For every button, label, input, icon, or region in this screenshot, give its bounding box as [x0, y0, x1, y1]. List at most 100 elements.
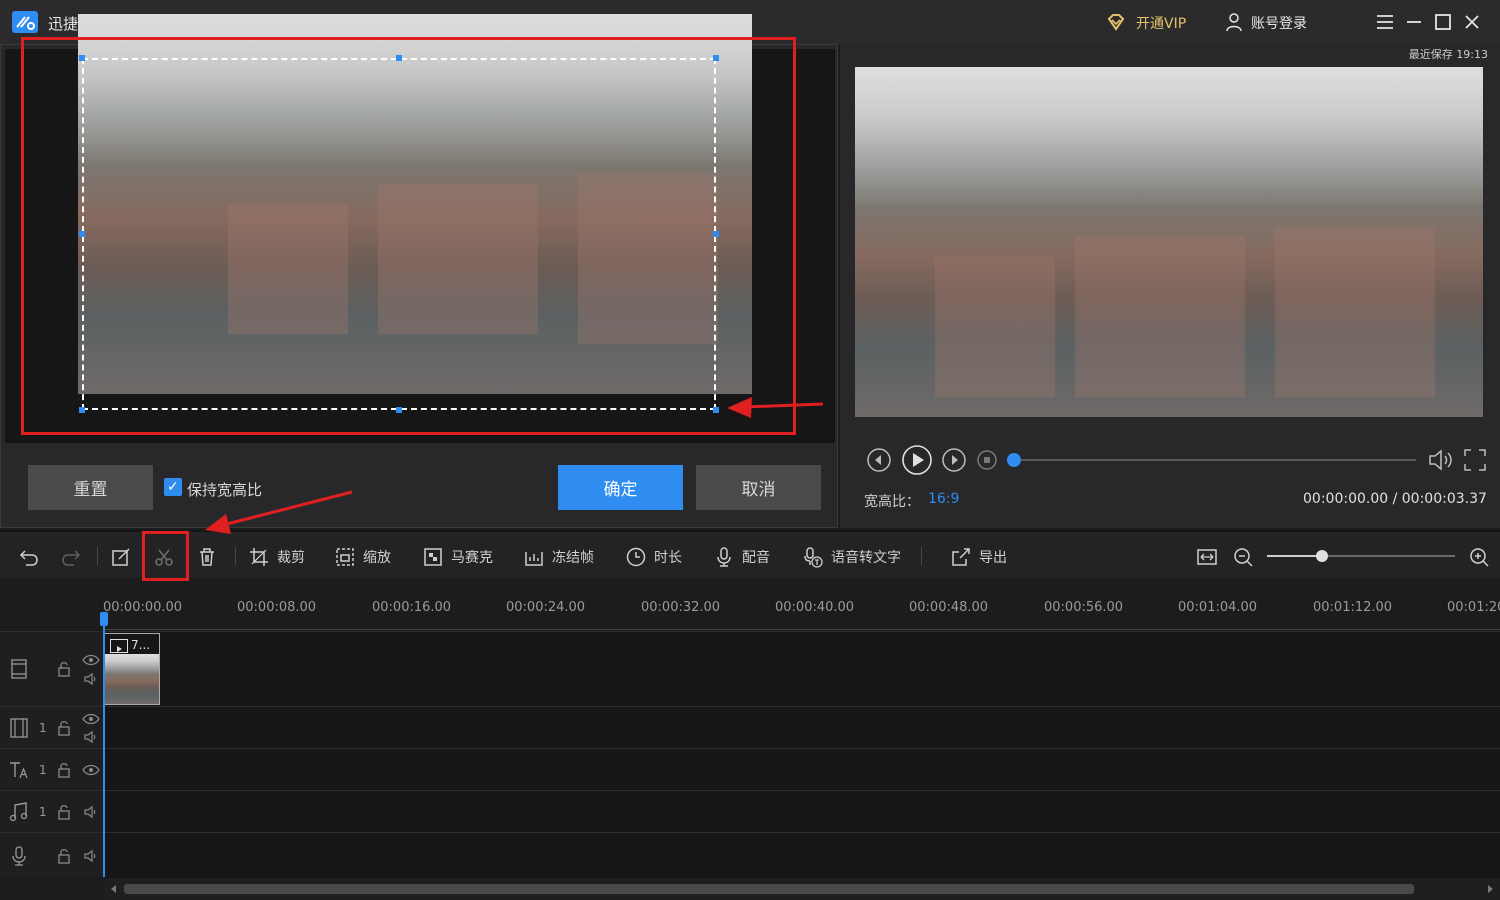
- speech-to-text-tool-label: 语音转文字: [831, 550, 901, 566]
- crop-icon: [250, 548, 268, 566]
- stop-icon[interactable]: [976, 449, 998, 471]
- mosaic-tool-label: 马赛克: [451, 550, 493, 566]
- zoom-tool-button[interactable]: 缩放: [334, 546, 391, 568]
- speaker-icon[interactable]: [83, 805, 99, 819]
- speaker-icon[interactable]: [83, 849, 99, 863]
- redo-icon[interactable]: [60, 546, 82, 568]
- track-body[interactable]: [104, 749, 1500, 790]
- aspect-ratio-label: 宽高比：: [864, 494, 920, 510]
- track-body[interactable]: [104, 791, 1500, 832]
- lock-icon[interactable]: [56, 762, 72, 778]
- video-clip-icon: [110, 639, 128, 653]
- duration-tool-label: 时长: [654, 550, 682, 566]
- lock-icon[interactable]: [56, 661, 72, 677]
- preview-video-frame: [855, 67, 1483, 417]
- lock-icon[interactable]: [56, 848, 72, 864]
- track-number: 1: [39, 721, 47, 735]
- scrollbar-thumb[interactable]: [124, 884, 1414, 894]
- mosaic-tool-button[interactable]: 马赛克: [422, 546, 493, 568]
- eye-icon[interactable]: [82, 763, 100, 777]
- app-logo-icon: [12, 11, 38, 33]
- ruler-tick-label: 00:00:08.00: [237, 600, 317, 615]
- film-strip-icon: [11, 659, 27, 679]
- user-icon[interactable]: [1225, 12, 1243, 32]
- reset-button[interactable]: 重置: [28, 465, 153, 510]
- volume-icon[interactable]: [1426, 447, 1452, 473]
- diamond-icon[interactable]: [1106, 12, 1126, 32]
- fullscreen-icon[interactable]: [1462, 447, 1488, 473]
- crop-tool-button[interactable]: 裁剪: [248, 546, 305, 568]
- speech-to-text-icon: [804, 547, 823, 568]
- edit-icon[interactable]: [110, 546, 132, 568]
- scroll-left-arrow-icon[interactable]: [110, 885, 118, 893]
- timeline-zoom-knob[interactable]: [1316, 550, 1328, 562]
- dub-tool-button[interactable]: 配音: [713, 546, 770, 568]
- play-icon[interactable]: [901, 444, 933, 476]
- confirm-button[interactable]: 确定: [558, 465, 683, 510]
- lock-icon[interactable]: [56, 804, 72, 820]
- clock-icon: [626, 547, 646, 567]
- track-body[interactable]: [104, 632, 1500, 706]
- dub-tool-label: 配音: [742, 550, 770, 566]
- ruler-tick-label: 00:00:48.00: [909, 600, 989, 615]
- aspect-ratio-value[interactable]: 16:9: [928, 491, 959, 507]
- zoom-tool-label: 缩放: [363, 550, 391, 566]
- login-button[interactable]: 账号登录: [1251, 13, 1307, 33]
- ruler-tick-label: 00:01:12.00: [1313, 600, 1393, 615]
- clip-label: 7...: [131, 638, 151, 652]
- minimize-icon[interactable]: [1402, 10, 1426, 34]
- video-clip[interactable]: 7...: [104, 633, 160, 705]
- timeline-horizontal-scrollbar[interactable]: [104, 878, 1500, 900]
- undo-icon[interactable]: [18, 546, 40, 568]
- track-header: [0, 833, 103, 878]
- speaker-icon[interactable]: [83, 730, 99, 744]
- timeline-ruler[interactable]: 00:00:00.00 00:00:08.00 00:00:16.00 00:0…: [103, 578, 1500, 632]
- cancel-button[interactable]: 取消: [696, 465, 821, 510]
- toolbar-divider: [921, 547, 922, 565]
- music-note-icon: [9, 802, 28, 822]
- track-number: 1: [39, 763, 47, 777]
- track-body[interactable]: [104, 707, 1500, 748]
- duration-tool-button[interactable]: 时长: [625, 546, 682, 568]
- microphone-icon: [12, 846, 26, 866]
- eye-icon[interactable]: [82, 653, 100, 667]
- track-body[interactable]: [104, 833, 1500, 878]
- microphone-icon: [717, 547, 731, 567]
- keep-ratio-checkbox[interactable]: ✓: [164, 478, 182, 496]
- fit-timeline-icon[interactable]: [1196, 546, 1218, 568]
- music-track: 1: [0, 790, 1500, 832]
- speaker-icon[interactable]: [83, 672, 99, 686]
- crop-tool-label: 裁剪: [277, 550, 305, 566]
- zoom-in-icon[interactable]: [1468, 546, 1490, 568]
- ruler-tick-label: 00:00:00.00: [103, 600, 183, 615]
- toolbar-divider: [235, 547, 236, 565]
- text-track: 1: [0, 748, 1500, 790]
- freeze-frame-icon: [525, 552, 543, 566]
- zoom-frame-icon: [336, 548, 354, 566]
- hamburger-menu-icon[interactable]: [1373, 10, 1397, 34]
- annotation-highlight-scissors: [142, 531, 189, 581]
- playback-progress-knob[interactable]: [1007, 453, 1021, 467]
- ruler-tick-label: 00:00:32.00: [641, 600, 721, 615]
- export-icon: [952, 548, 970, 566]
- export-tool-button[interactable]: 导出: [950, 546, 1007, 568]
- playhead[interactable]: [103, 615, 105, 877]
- playback-progress-track[interactable]: [1014, 459, 1416, 461]
- zoom-out-icon[interactable]: [1232, 546, 1254, 568]
- ruler-tick-label: 00:00:56.00: [1044, 600, 1124, 615]
- eye-icon[interactable]: [82, 712, 100, 726]
- maximize-icon[interactable]: [1431, 10, 1455, 34]
- vip-button[interactable]: 开通VIP: [1136, 13, 1186, 33]
- scroll-right-arrow-icon[interactable]: [1486, 885, 1494, 893]
- mosaic-icon: [424, 548, 442, 566]
- speech-to-text-tool-button[interactable]: 语音转文字: [802, 546, 901, 568]
- ruler-tick-label: 00:00:40.00: [775, 600, 855, 615]
- close-icon[interactable]: [1460, 10, 1484, 34]
- trash-icon[interactable]: [196, 546, 218, 568]
- track-header: [0, 632, 103, 706]
- film-strip-icon: [10, 718, 28, 738]
- lock-icon[interactable]: [56, 720, 72, 736]
- freeze-frame-tool-button[interactable]: 冻结帧: [523, 546, 594, 568]
- next-frame-icon[interactable]: [941, 447, 967, 473]
- previous-frame-icon[interactable]: [866, 447, 892, 473]
